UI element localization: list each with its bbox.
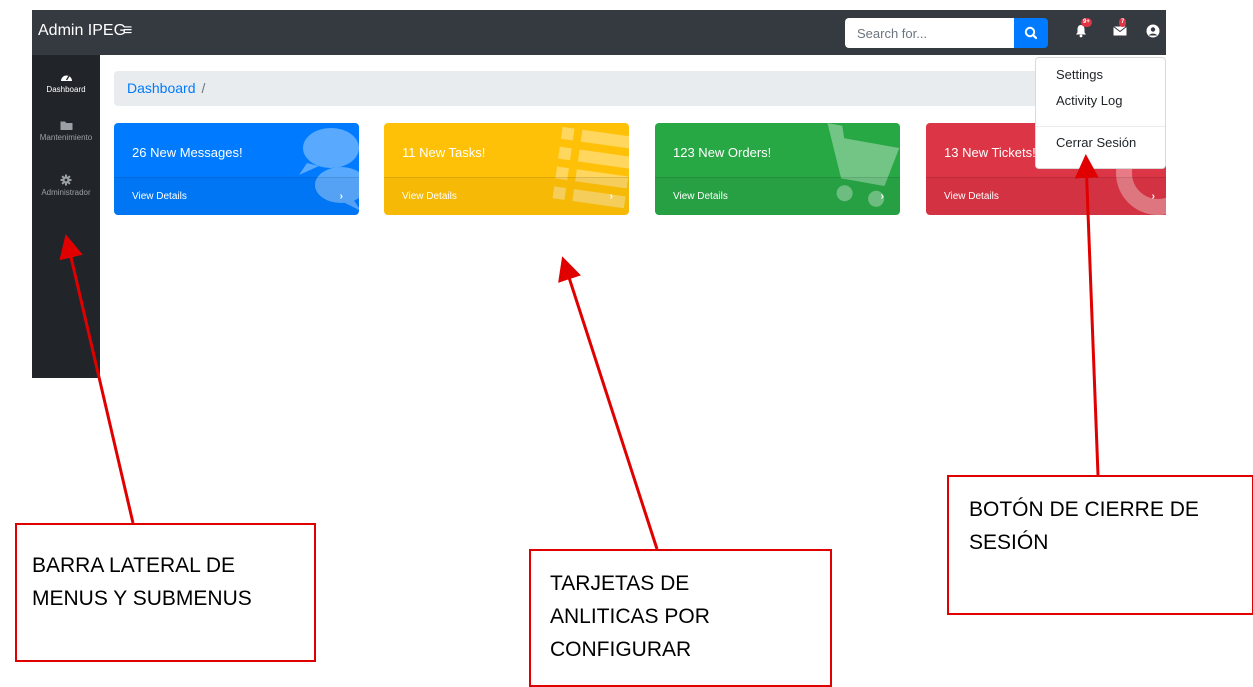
annotation-text: SESIÓN [969, 531, 1049, 554]
annotation-text: CONFIGURAR [550, 638, 692, 661]
annotation-text: TARJETAS DE [550, 572, 690, 595]
annotation-sidebar: BARRA LATERAL DE MENUS Y SUBMENUS [15, 523, 316, 662]
arrow-to-sidebar [59, 234, 135, 524]
annotation-text: BARRA LATERAL DE [32, 554, 236, 577]
arrow-to-cards [558, 256, 659, 550]
annotation-logout: BOTÓN DE CIERRE DE SESIÓN [947, 475, 1253, 615]
arrow-to-logout [1074, 154, 1100, 476]
annotation-text: MENUS Y SUBMENUS [32, 587, 252, 610]
annotation-cards: TARJETAS DE ANLITICAS POR CONFIGURAR [529, 549, 832, 687]
annotation-text: ANLITICAS POR [550, 605, 710, 628]
annotation-text: BOTÓN DE CIERRE DE [969, 498, 1199, 521]
